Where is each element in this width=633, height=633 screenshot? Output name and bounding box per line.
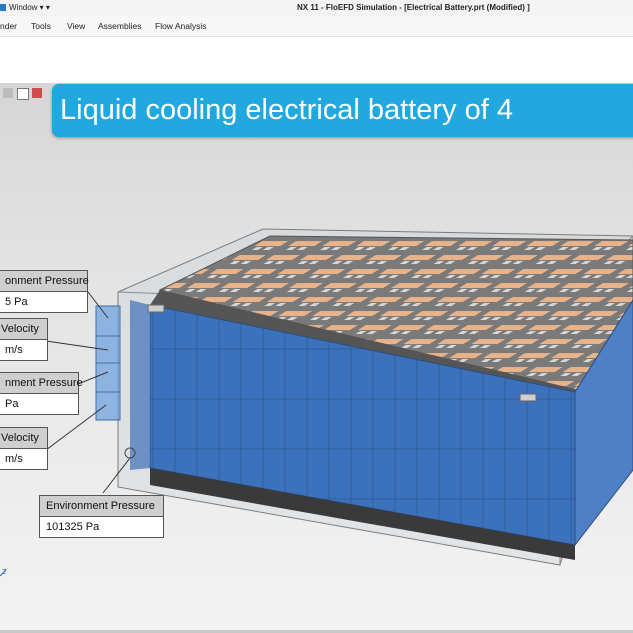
window-menu[interactable]: Window ▾ ▾ [9, 3, 50, 12]
menu-assemblies[interactable]: Assemblies [98, 21, 141, 31]
menu-finder[interactable]: nder [0, 21, 17, 31]
callout-value: Pa [5, 398, 19, 410]
callout-environment-pressure-1: onment Pressure 5 Pa [0, 270, 89, 313]
callout-header: nment Pressure [0, 373, 83, 394]
menu-flow-analysis[interactable]: Flow Analysis [155, 21, 207, 31]
callout-header: Velocity [0, 428, 47, 449]
callout-header: Velocity [0, 319, 47, 340]
callout-velocity-2: Velocity m/s [0, 427, 48, 470]
callout-header: onment Pressure [0, 271, 89, 292]
view-orient-icon[interactable] [3, 88, 13, 98]
app-icon [0, 4, 6, 11]
callout-value: 5 Pa [5, 296, 28, 308]
ribbon [0, 37, 633, 83]
callout-header: Environment Pressure [40, 496, 163, 517]
callout-value: m/s [5, 453, 23, 465]
title-banner: Liquid cooling electrical battery of 4 [52, 84, 633, 137]
triad-z-label: Z [2, 569, 7, 576]
callout-environment-pressure-2: nment Pressure Pa [0, 372, 83, 415]
callout-value: m/s [5, 344, 23, 356]
menu-view[interactable]: View [67, 21, 85, 31]
callout-velocity-1: Velocity m/s [0, 318, 48, 361]
window-title: NX 11 - FloEFD Simulation - [Electrical … [297, 3, 530, 12]
render-style-icon[interactable] [32, 88, 42, 98]
title-bar: Window ▾ ▾ NX 11 - FloEFD Simulation - [… [0, 0, 633, 17]
view-box-icon[interactable] [17, 88, 29, 100]
battery-model-view: Z [0, 228, 633, 577]
menu-tools[interactable]: Tools [31, 21, 51, 31]
callout-environment-pressure-outlet: Environment Pressure 101325 Pa [39, 495, 164, 538]
callout-value: 101325 Pa [46, 521, 100, 533]
menu-bar: nder Tools View Assemblies Flow Analysis [0, 16, 633, 37]
